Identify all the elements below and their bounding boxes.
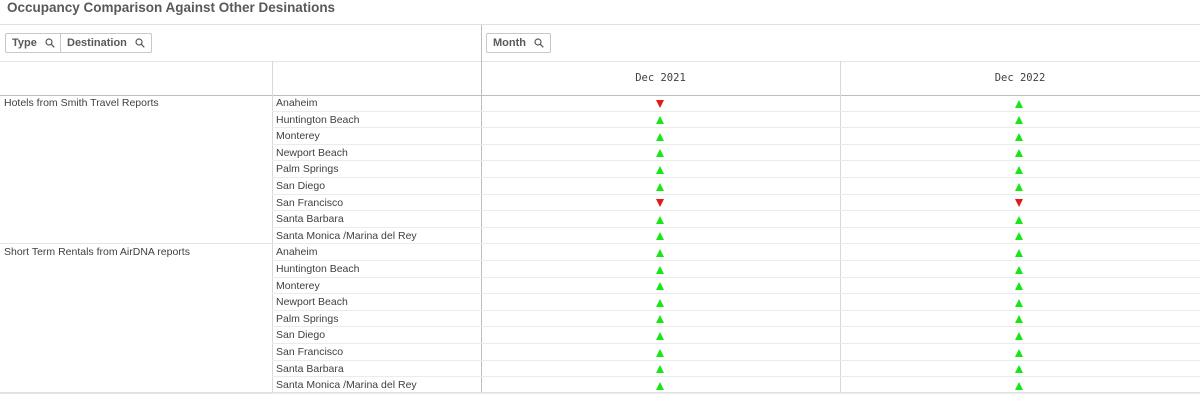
destination-cell[interactable]: Santa Monica /Marina del Rey: [276, 230, 417, 242]
table-row: Anaheim: [0, 244, 1200, 261]
table-row: San Diego: [0, 327, 1200, 344]
up-arrow-icon: [656, 381, 664, 390]
destination-cell[interactable]: Anaheim: [276, 97, 317, 109]
up-arrow-icon: [656, 132, 664, 141]
up-arrow-icon: [1015, 149, 1023, 158]
type-filter-label: Type: [12, 37, 37, 49]
destination-cell[interactable]: Santa Monica /Marina del Rey: [276, 379, 417, 391]
destination-cell[interactable]: Monterey: [276, 130, 320, 142]
up-arrow-icon: [1015, 165, 1023, 174]
search-icon: [135, 38, 145, 51]
down-arrow-icon: [1015, 199, 1023, 208]
up-arrow-icon: [656, 331, 664, 340]
destination-cell[interactable]: Newport Beach: [276, 147, 348, 159]
table-row: Santa Barbara: [0, 211, 1200, 228]
destination-cell[interactable]: Santa Barbara: [276, 213, 344, 225]
column-header-row: Dec 2021 Dec 2022: [0, 61, 1200, 96]
up-arrow-icon: [656, 315, 664, 324]
destination-cell[interactable]: San Diego: [276, 329, 325, 341]
table-row: Huntington Beach: [0, 261, 1200, 278]
up-arrow-icon: [656, 248, 664, 257]
up-arrow-icon: [656, 215, 664, 224]
up-arrow-icon: [1015, 132, 1023, 141]
destination-cell[interactable]: Santa Barbara: [276, 363, 344, 375]
destination-cell[interactable]: Huntington Beach: [276, 263, 359, 275]
up-arrow-icon: [656, 182, 664, 191]
up-arrow-icon: [1015, 348, 1023, 357]
up-arrow-icon: [1015, 99, 1023, 108]
up-arrow-icon: [656, 232, 664, 241]
table-row: Santa Monica /Marina del Rey: [0, 228, 1200, 245]
table-row: Palm Springs: [0, 161, 1200, 178]
page-title: Occupancy Comparison Against Other Desin…: [7, 0, 336, 15]
table-row: San Diego: [0, 178, 1200, 195]
destination-cell[interactable]: San Francisco: [276, 197, 343, 209]
up-arrow-icon: [1015, 365, 1023, 374]
table-row: San Francisco: [0, 195, 1200, 212]
destination-cell[interactable]: Monterey: [276, 280, 320, 292]
up-arrow-icon: [656, 165, 664, 174]
up-arrow-icon: [656, 265, 664, 274]
up-arrow-icon: [1015, 232, 1023, 241]
table-row: Monterey: [0, 278, 1200, 295]
up-arrow-icon: [1015, 248, 1023, 257]
up-arrow-icon: [656, 116, 664, 125]
table-row: Monterey: [0, 128, 1200, 145]
destination-cell[interactable]: Anaheim: [276, 246, 317, 258]
up-arrow-icon: [656, 365, 664, 374]
down-arrow-icon: [656, 99, 664, 108]
column-header-dec-2021[interactable]: Dec 2021: [481, 72, 840, 84]
month-filter-label: Month: [493, 37, 526, 49]
filter-header-row: Type Destination Month: [0, 25, 1200, 61]
destination-filter-label: Destination: [67, 37, 127, 49]
up-arrow-icon: [1015, 182, 1023, 191]
search-icon: [45, 38, 55, 51]
up-arrow-icon: [1015, 215, 1023, 224]
table-row: Huntington Beach: [0, 112, 1200, 129]
table-row: Santa Barbara: [0, 361, 1200, 378]
destination-cell[interactable]: San Diego: [276, 180, 325, 192]
up-arrow-icon: [1015, 116, 1023, 125]
destination-cell[interactable]: Palm Springs: [276, 163, 338, 175]
up-arrow-icon: [656, 282, 664, 291]
destination-cell[interactable]: Huntington Beach: [276, 114, 359, 126]
pivot-table: Type Destination Month Dec 2021 Dec 2022…: [0, 24, 1200, 394]
table-row: Newport Beach: [0, 294, 1200, 311]
month-filter-button[interactable]: Month: [486, 33, 552, 53]
column-header-dec-2022[interactable]: Dec 2022: [840, 72, 1200, 84]
up-arrow-icon: [1015, 265, 1023, 274]
up-arrow-icon: [656, 298, 664, 307]
up-arrow-icon: [1015, 282, 1023, 291]
destination-cell[interactable]: Palm Springs: [276, 313, 338, 325]
type-filter-button[interactable]: Type: [5, 33, 62, 53]
up-arrow-icon: [656, 149, 664, 158]
up-arrow-icon: [1015, 298, 1023, 307]
up-arrow-icon: [656, 348, 664, 357]
destination-filter-button[interactable]: Destination: [60, 33, 152, 53]
table-row: Anaheim: [0, 95, 1200, 112]
table-row: Palm Springs: [0, 311, 1200, 328]
table-bottom-border: [0, 392, 1200, 393]
destination-cell[interactable]: Newport Beach: [276, 296, 348, 308]
search-icon: [534, 38, 544, 51]
table-body: Hotels from Smith Travel Reports Anaheim H…: [0, 95, 1200, 394]
down-arrow-icon: [656, 199, 664, 208]
table-row: Newport Beach: [0, 145, 1200, 162]
up-arrow-icon: [1015, 315, 1023, 324]
up-arrow-icon: [1015, 331, 1023, 340]
up-arrow-icon: [1015, 381, 1023, 390]
table-row: San Francisco: [0, 344, 1200, 361]
destination-cell[interactable]: San Francisco: [276, 346, 343, 358]
